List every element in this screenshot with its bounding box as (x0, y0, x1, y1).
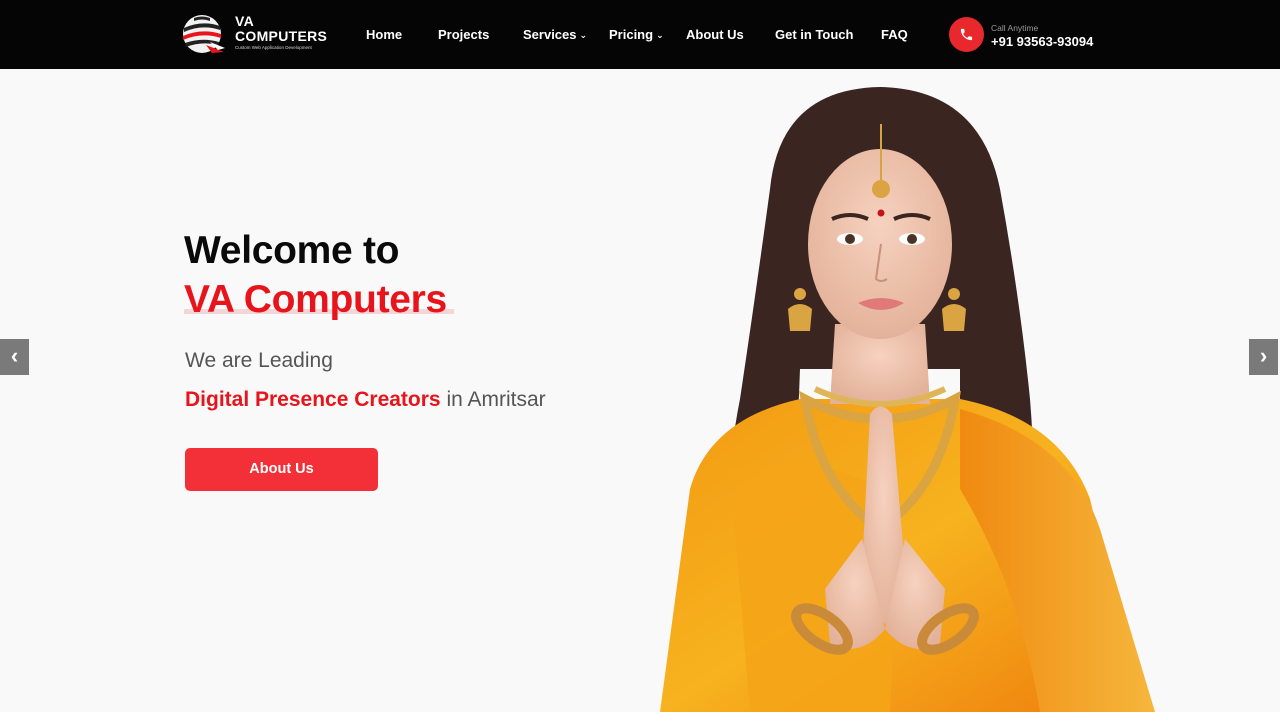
hero-brand-name: VA Computers (184, 278, 447, 321)
hero-title: Welcome to (184, 229, 400, 272)
phone-icon (960, 28, 973, 41)
chevron-down-icon: ⌄ (579, 30, 588, 40)
logo-line2: COMPUTERS (235, 28, 328, 44)
nav-item-contact[interactable]: Get in Touch (775, 26, 853, 44)
site-header: VA COMPUTERS Custom Web Application Deve… (0, 0, 1280, 69)
hero-subtitle-rest: in Amritsar (440, 388, 546, 411)
nav-item-label: Get in Touch (775, 27, 854, 42)
nav-item-home[interactable]: Home (366, 26, 402, 44)
hero-subtitle-line1: We are Leading (185, 349, 333, 372)
nav-item-services[interactable]: Services ⌄ (523, 26, 587, 45)
nav-item-pricing[interactable]: Pricing ⌄ (609, 26, 664, 45)
nav-item-projects[interactable]: Projects (438, 26, 489, 44)
chevron-down-icon: ⌄ (656, 30, 664, 40)
nav-item-label: FAQ (881, 27, 908, 42)
slider-next-arrow[interactable]: › (1249, 339, 1278, 375)
nav-item-label: Pricing (609, 27, 654, 42)
globe-logo-icon (183, 15, 225, 53)
about-us-button[interactable]: About Us (185, 448, 378, 491)
hero-subtitle-line2: Digital Presence Creators in Amritsar (185, 388, 546, 412)
nav-item-about[interactable]: About Us (686, 26, 744, 44)
nav-item-label: Home (366, 27, 403, 42)
hero-model-image (660, 87, 1155, 712)
logo-wordmark: VA COMPUTERS Custom Web Application Deve… (235, 14, 327, 51)
nav-item-label: Projects (438, 27, 490, 42)
hero-slider: Welcome to VA Computers We are Leading D… (0, 69, 1280, 712)
nav-item-label: About Us (686, 27, 744, 42)
page: VA COMPUTERS Custom Web Application Deve… (0, 0, 1280, 712)
logo-line1: VA (235, 13, 255, 29)
phone-number-link[interactable]: +91 93563-93094 (991, 34, 1093, 49)
nav-item-label: Services (523, 27, 577, 42)
slider-prev-arrow[interactable]: ‹ (0, 339, 29, 375)
nav-item-faq[interactable]: FAQ (881, 26, 908, 44)
hero-subtitle-accent: Digital Presence Creators (185, 388, 441, 411)
site-logo[interactable]: VA COMPUTERS Custom Web Application Deve… (180, 10, 330, 58)
logo-tagline: Custom Web Application Development (235, 45, 312, 50)
call-button[interactable] (949, 17, 984, 52)
call-label: Call Anytime (991, 23, 1039, 33)
